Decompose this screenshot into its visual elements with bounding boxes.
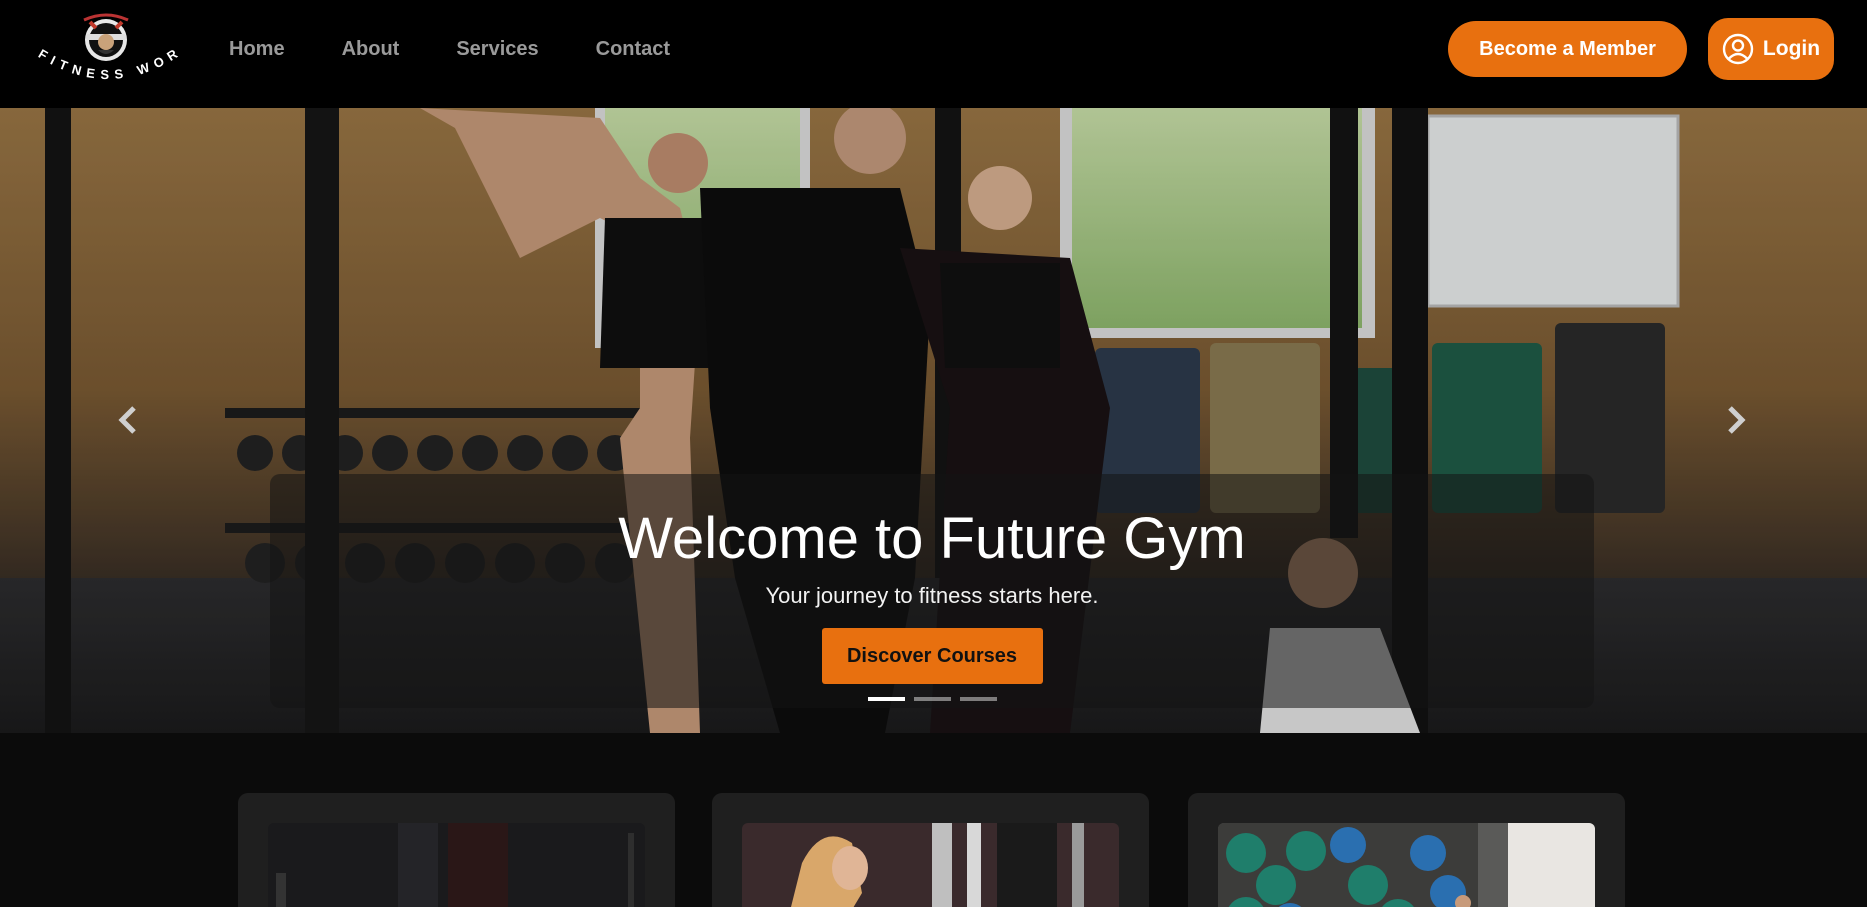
course-card-image [742, 823, 1119, 907]
woman-workout-image [742, 823, 1119, 907]
nav-contact-link[interactable]: Contact [596, 36, 670, 62]
carousel-indicator-3[interactable] [960, 697, 997, 701]
user-circle-icon [1722, 33, 1754, 65]
hero-subtitle: Your journey to fitness starts here. [765, 583, 1099, 608]
hero-caption: Welcome to Future Gym Your journey to fi… [270, 474, 1594, 708]
brand-logo[interactable]: FITNESS WORLD [28, 12, 188, 88]
nav-about-link[interactable]: About [342, 36, 400, 62]
nav-home-link[interactable]: Home [229, 36, 285, 62]
course-card-image [268, 823, 645, 907]
hero-title: Welcome to Future Gym [618, 506, 1246, 571]
nav-services-link[interactable]: Services [456, 36, 538, 62]
carousel-indicator-1[interactable] [868, 697, 905, 701]
top-navbar: FITNESS WORLD Home About Services Contac… [0, 0, 1867, 108]
course-card[interactable] [712, 793, 1149, 907]
carousel-indicator-2[interactable] [914, 697, 951, 701]
course-card-image [1218, 823, 1595, 907]
course-card[interactable] [1188, 793, 1625, 907]
discover-courses-button[interactable]: Discover Courses [821, 628, 1043, 684]
become-member-button[interactable]: Become a Member [1448, 21, 1687, 77]
carousel-indicators [868, 697, 997, 701]
course-card[interactable] [238, 793, 675, 907]
carousel-next-button[interactable] [1714, 398, 1758, 442]
chevron-left-icon [118, 406, 136, 434]
fitness-world-logo-icon: FITNESS WORLD [28, 12, 179, 82]
chevron-right-icon [1728, 406, 1746, 434]
courses-section [0, 733, 1867, 907]
carousel-prev-button[interactable] [106, 398, 150, 442]
exercise-balls-image [1218, 823, 1595, 907]
login-button[interactable]: Login [1708, 18, 1834, 80]
hero-carousel: Welcome to Future Gym Your journey to fi… [0, 108, 1867, 733]
gym-equipment-image [268, 823, 645, 907]
login-label: Login [1762, 37, 1821, 60]
main-nav: Home About Services Contact [229, 36, 727, 62]
